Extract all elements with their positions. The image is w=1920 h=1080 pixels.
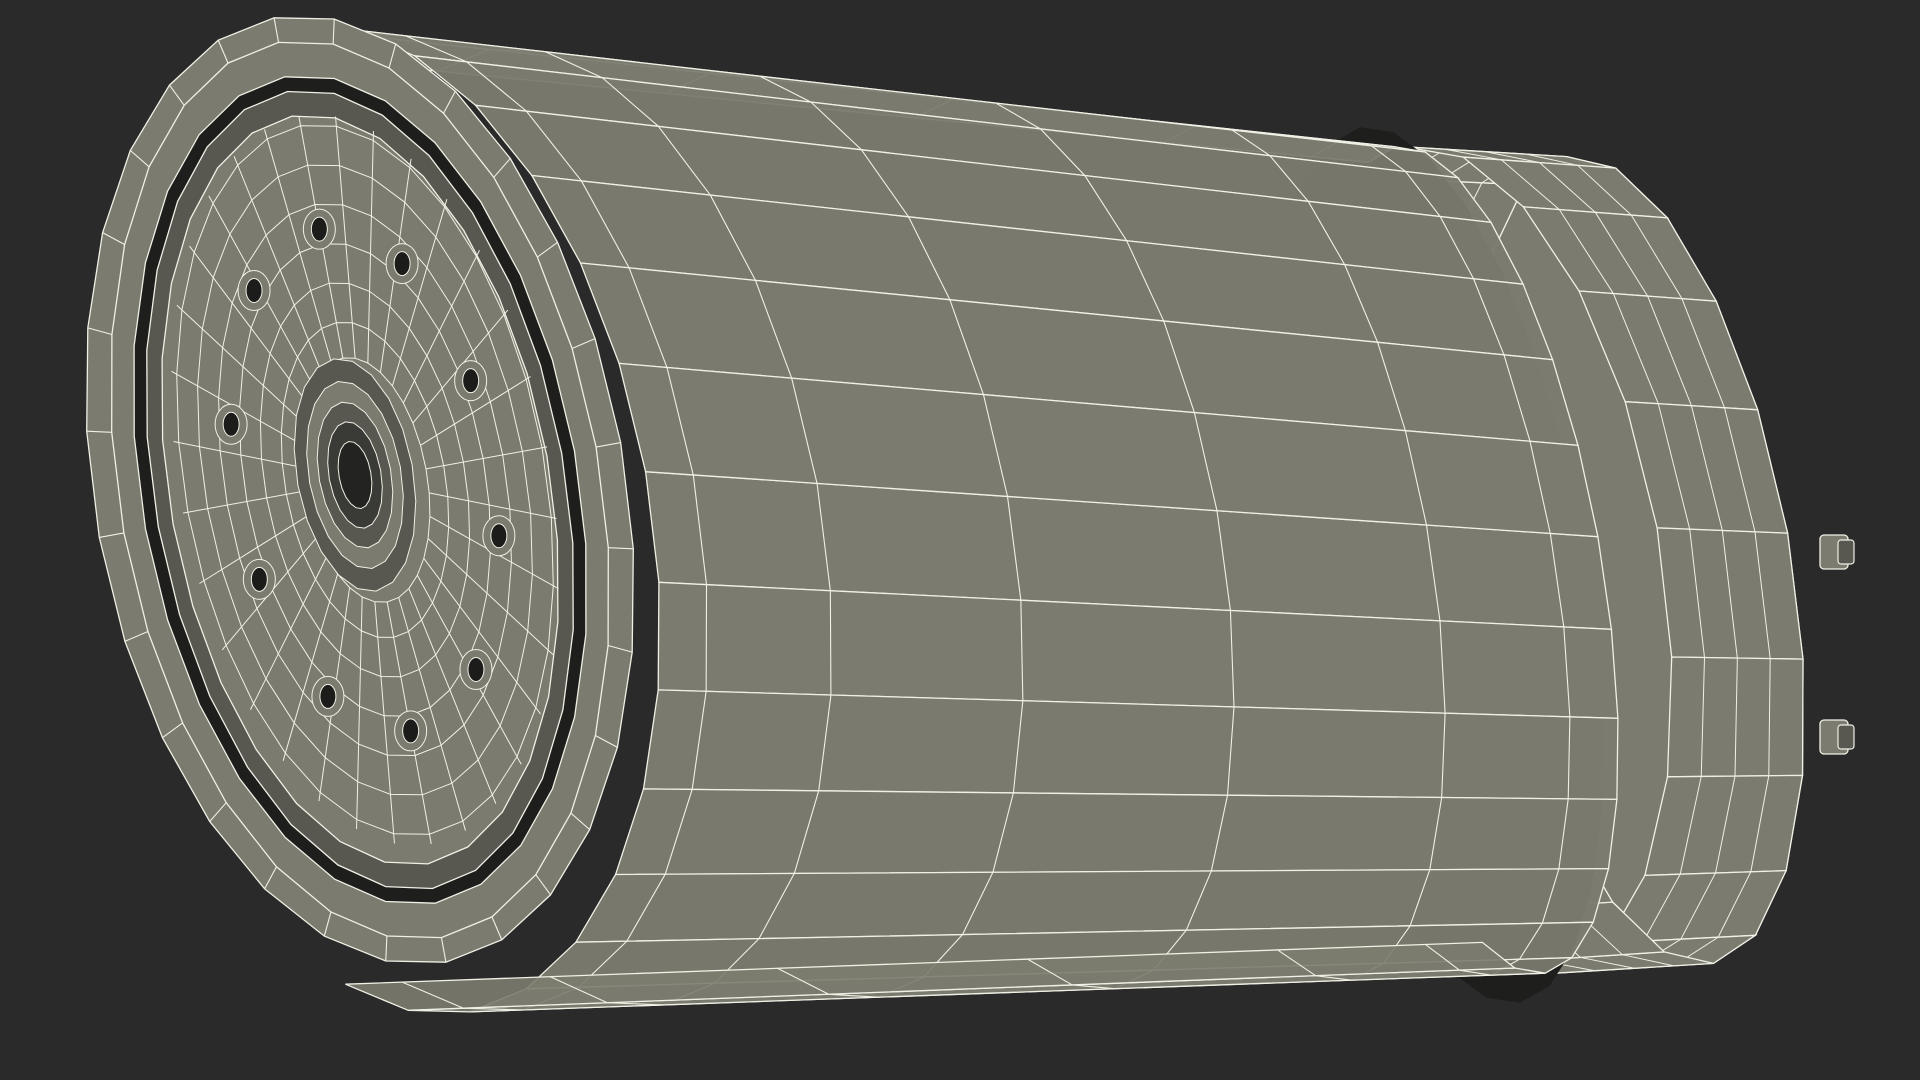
face-hole <box>222 411 240 437</box>
face-hole <box>310 216 328 242</box>
face-hole <box>467 656 485 682</box>
face-hole <box>402 718 420 744</box>
body-facet <box>614 788 1618 876</box>
wireframe-scene <box>86 17 1855 1013</box>
face-hole <box>250 566 268 592</box>
face-hole <box>490 523 508 549</box>
rear-side-facet <box>1644 774 1804 877</box>
rear-pegs <box>1819 534 1855 755</box>
peg-tip-1 <box>1837 539 1855 565</box>
face-hole <box>319 683 337 709</box>
peg-tip-2 <box>1837 724 1855 750</box>
viewport <box>0 0 1920 1080</box>
face-hole <box>245 278 263 304</box>
face-hole <box>462 368 480 394</box>
body-ring-wire <box>829 590 832 696</box>
face-hole <box>393 251 411 277</box>
